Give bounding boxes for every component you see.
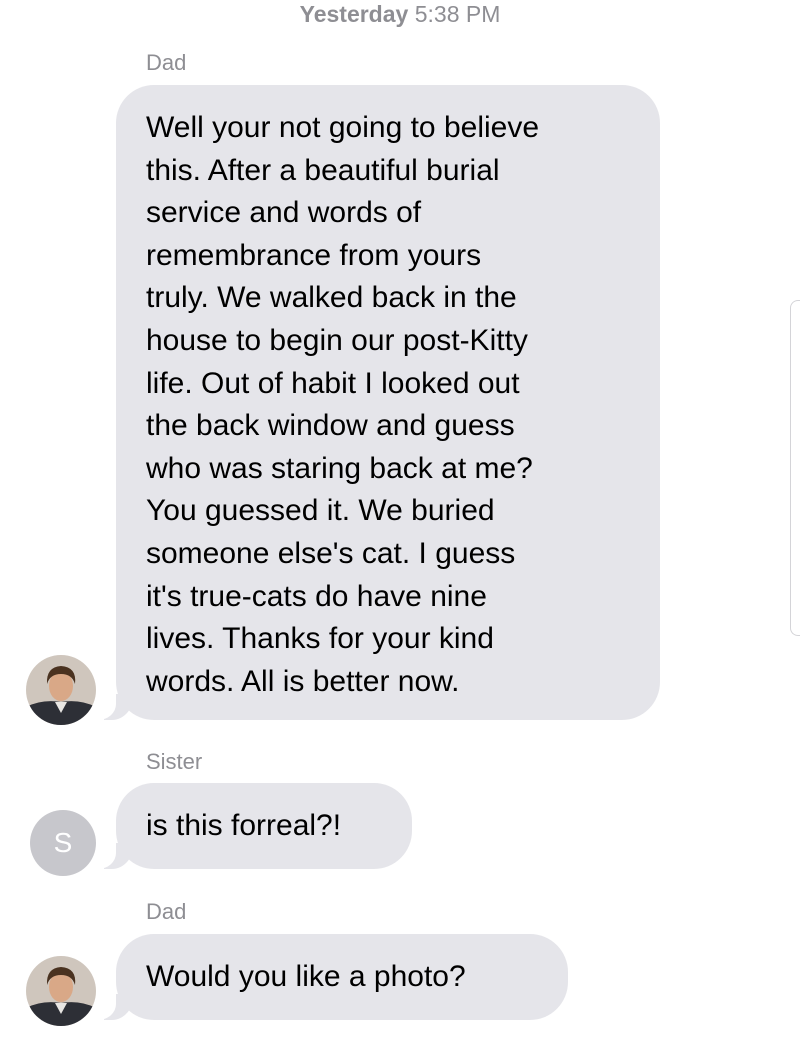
bubble-tail bbox=[94, 990, 134, 1020]
dad-photo-avatar-icon bbox=[26, 956, 96, 1026]
message-bubble[interactable]: is this forreal?! bbox=[94, 783, 412, 869]
dad-avatar[interactable] bbox=[26, 655, 96, 725]
sender-name-dad: Dad bbox=[146, 899, 187, 924]
message-text: is this forreal?! bbox=[146, 809, 342, 842]
bubble-tail bbox=[94, 839, 134, 869]
dad-avatar[interactable] bbox=[26, 956, 96, 1026]
bubble-tail bbox=[94, 690, 134, 720]
conversation-timestamp: Yesterday 5:38 PM bbox=[0, 0, 800, 28]
timestamp-time: 5:38 PM bbox=[414, 1, 501, 27]
message-text: Would you like a photo? bbox=[146, 960, 466, 993]
dad-photo-avatar-icon bbox=[26, 655, 96, 725]
sender-name-sister: Sister bbox=[146, 749, 203, 774]
message-bubble[interactable]: Would you like a photo? bbox=[94, 934, 568, 1020]
sister-avatar[interactable]: S bbox=[30, 810, 96, 876]
scroll-edge-indicator bbox=[790, 300, 800, 636]
message-bubble[interactable]: Well your not going to believe this. Aft… bbox=[94, 85, 660, 720]
sender-name-dad: Dad bbox=[146, 50, 187, 75]
timestamp-day: Yesterday bbox=[299, 1, 409, 27]
message-text: Well your not going to believe this. Aft… bbox=[146, 111, 540, 698]
